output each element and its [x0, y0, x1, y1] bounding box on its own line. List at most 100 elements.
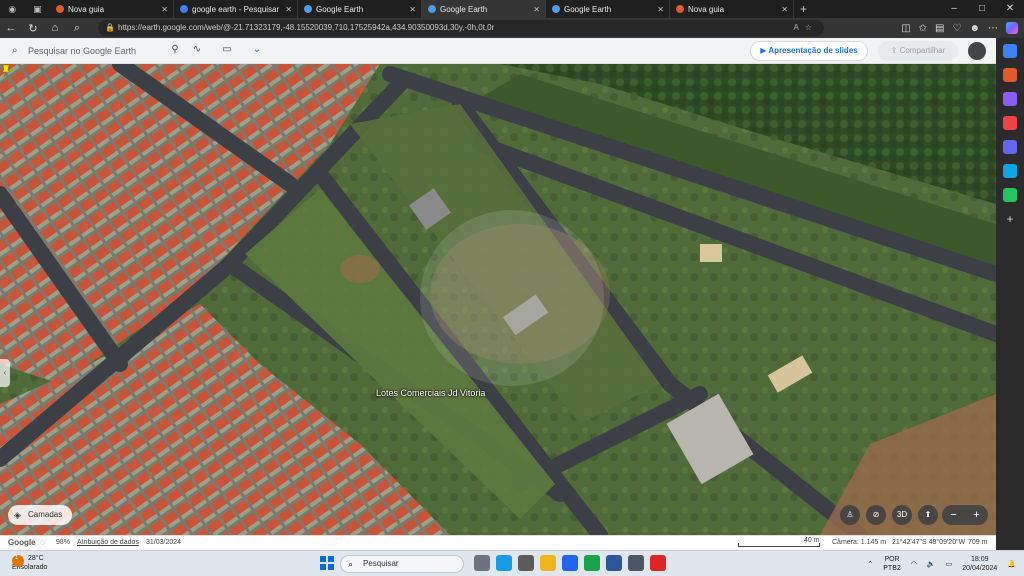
lock-icon[interactable]: 🔒 [105, 20, 115, 36]
edge-app-icon[interactable] [496, 555, 512, 571]
toggle-3d-button[interactable]: 3D [892, 505, 912, 525]
app-icon[interactable] [628, 555, 644, 571]
cursor-elevation: 709 m [968, 539, 988, 546]
measure-icon[interactable]: ▭ [220, 43, 234, 57]
more-menu-icon[interactable]: ⋯ [988, 23, 998, 34]
taskbar-search[interactable]: ⌕ Pesquisar [340, 555, 464, 573]
tab-close-icon[interactable]: ✕ [285, 5, 292, 14]
tab-close-icon[interactable]: ✕ [409, 5, 416, 14]
browser-tab[interactable]: Nova guia ✕ [670, 0, 794, 18]
edge-sidebar: + [996, 38, 1024, 552]
cursor-coordinates: 21°42'47"S 48°09'20"W [892, 539, 966, 546]
zoom-out-button[interactable]: − [950, 509, 956, 521]
browser-tab[interactable]: Google Earth ✕ [298, 0, 422, 18]
search-web-icon[interactable]: ⌕ [66, 22, 88, 35]
tab-close-icon[interactable]: ✕ [657, 5, 664, 14]
input-language[interactable]: POR PTB2 [883, 555, 901, 573]
sidebar-shopping-icon[interactable] [1003, 68, 1017, 82]
tab-favicon-icon [304, 5, 312, 13]
clock[interactable]: 18:09 20/04/2024 [962, 555, 997, 573]
search-placeholder: Pesquisar no Google Earth [28, 46, 137, 56]
back-icon[interactable]: ← [0, 22, 22, 34]
clock-date: 20/04/2024 [962, 565, 998, 572]
tab-close-icon[interactable]: ✕ [533, 5, 540, 14]
browser-tab[interactable]: google earth - Pesquisar ✕ [174, 0, 298, 18]
tab-close-icon[interactable]: ✕ [781, 5, 788, 14]
tab-title: Google Earth [440, 4, 488, 14]
earth-status-bar: Google ◌ 98% Atribuição de dados 31/03/2… [0, 535, 996, 550]
sidebar-office-icon[interactable] [1003, 140, 1017, 154]
profile-icon[interactable]: ◉ [8, 4, 16, 15]
address-bar[interactable]: 🔒 https://earth.google.com/web/@-21.7132… [98, 20, 824, 36]
wifi-icon[interactable]: ◠ [911, 560, 917, 568]
sidebar-telegram-icon[interactable] [1003, 188, 1017, 202]
battery-icon[interactable]: ▭ [946, 560, 953, 568]
new-tab-button[interactable]: + [794, 2, 813, 16]
pin-location-icon[interactable]: ⚲ [168, 43, 182, 57]
browser-tab[interactable]: Google Earth ✕ [422, 0, 546, 18]
home-icon[interactable]: ⌂ [44, 22, 66, 34]
street-view-pegman-icon[interactable]: ♙ [840, 505, 860, 525]
copilot-icon[interactable] [1006, 22, 1018, 34]
chevron-down-icon[interactable]: ⌄ [250, 43, 264, 57]
address-bar-icons: A☆ [793, 20, 818, 36]
keyboard-layout: PTB2 [883, 565, 901, 572]
sidebar-add-icon[interactable]: + [1003, 212, 1017, 226]
tab-actions-icon[interactable]: ▣ [33, 4, 42, 15]
read-aloud-icon[interactable]: A [793, 23, 804, 32]
search-input[interactable]: ⌕ Pesquisar no Google Earth [8, 42, 168, 60]
tray-chevron-icon[interactable]: ⌃ [867, 560, 873, 568]
pushpin-icon[interactable] [0, 64, 12, 78]
sidebar-tools-icon[interactable] [1003, 92, 1017, 106]
excel-icon[interactable] [584, 555, 600, 571]
google-logo: Google [8, 538, 36, 547]
expand-panel-button[interactable]: ‹ [0, 359, 10, 387]
windows-start-icon[interactable] [320, 556, 334, 570]
satellite-map[interactable]: ‹ Lotes Comerciais Jd Vitoria [0, 64, 996, 535]
store-icon[interactable] [562, 555, 578, 571]
path-icon[interactable]: ∿ [190, 43, 204, 57]
favorites-icon[interactable]: ✩ [919, 23, 927, 34]
notifications-icon[interactable]: 🔔 [1007, 560, 1016, 568]
word-icon[interactable] [606, 555, 622, 571]
minimize-button[interactable]: – [940, 0, 968, 18]
tab-close-icon[interactable]: ✕ [161, 5, 168, 14]
collections-icon[interactable]: ▤ [935, 23, 944, 34]
file-explorer-icon[interactable] [540, 555, 556, 571]
reset-tilt-icon[interactable]: ⊘ [866, 505, 886, 525]
sidebar-outlook-icon[interactable] [1003, 164, 1017, 178]
language-code: POR [884, 556, 900, 563]
tab-title: Google Earth [316, 4, 364, 14]
browser-toolbar: ← ↻ ⌂ ⌕ 🔒 https://earth.google.com/web/@… [0, 18, 1024, 38]
place-label[interactable]: Lotes Comerciais Jd Vitoria [376, 388, 485, 398]
browser-tab[interactable]: Nova guia ✕ [50, 0, 174, 18]
compass-icon[interactable]: ⬆ [918, 505, 938, 525]
data-attribution-link[interactable]: Atribuição de dados [77, 539, 139, 546]
slideshow-button[interactable]: ▶ Apresentação de slides [750, 41, 868, 61]
taskbar-apps [474, 555, 666, 573]
weather-widget[interactable]: 28°C Ensolarado 1 [12, 554, 47, 572]
refresh-icon[interactable]: ↻ [22, 22, 44, 35]
volume-icon[interactable]: 🔈 [927, 560, 936, 568]
zoom-in-button[interactable]: + [973, 509, 979, 521]
extension-icon[interactable]: ☻ [969, 23, 980, 34]
browser-tab[interactable]: Google Earth ✕ [546, 0, 670, 18]
dell-app-icon[interactable] [518, 555, 534, 571]
account-avatar[interactable] [968, 42, 986, 60]
loading-indicator-icon: ◌ [40, 537, 46, 547]
tab-favicon-icon [428, 5, 436, 13]
slideshow-label: Apresentação de slides [768, 46, 858, 55]
browser-essentials-icon[interactable]: ♡ [953, 23, 962, 34]
tab-title: Google Earth [564, 4, 612, 14]
snipping-tool-icon[interactable] [650, 555, 666, 571]
split-screen-icon[interactable]: ◫ [901, 23, 910, 34]
maximize-button[interactable]: □ [968, 0, 996, 18]
sidebar-search-icon[interactable] [1003, 44, 1017, 58]
share-button[interactable]: ⇪ Compartilhar [878, 41, 958, 61]
favorite-star-icon[interactable]: ☆ [805, 23, 818, 32]
share-icon: ⇪ [890, 46, 900, 55]
layers-button[interactable]: ◈ Camadas [8, 505, 72, 525]
close-window-button[interactable]: ✕ [996, 0, 1024, 18]
sidebar-games-icon[interactable] [1003, 116, 1017, 130]
task-view-icon[interactable] [474, 555, 490, 571]
